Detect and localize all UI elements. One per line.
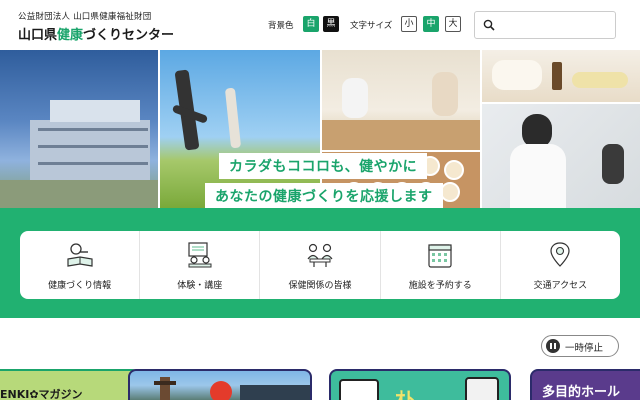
hero-image-building [0, 50, 158, 208]
lecture-icon [188, 242, 212, 268]
carousel-pause-button[interactable]: 一時停止 [541, 335, 619, 357]
site-header: 公益財団法人 山口県健康福祉財団 山口県健康づくりセンター 背景色 白 黒 文字… [0, 0, 640, 50]
font-large-button[interactable]: 大 [445, 16, 461, 32]
title-suffix: づくりセンター [83, 28, 175, 43]
title-prefix: 山口県 [18, 28, 58, 43]
hero-image-towels [482, 50, 640, 102]
nav-label: 交通アクセス [533, 281, 588, 291]
bg-black-button[interactable]: 黒 [323, 16, 339, 32]
nav-item-reserve-facility[interactable]: 施設を予約する [381, 231, 501, 299]
hero-image-reading [482, 104, 640, 208]
font-small-button[interactable]: 小 [401, 16, 417, 32]
banner-card-title: ENKI✿マガジン [0, 388, 83, 400]
hero-image-family [322, 50, 480, 150]
font-size-label: 文字サイズ [350, 21, 393, 31]
map-pin-icon [550, 242, 571, 267]
nav-item-health-professionals[interactable]: 保健関係の皆様 [260, 231, 381, 299]
banner-card-townscape[interactable] [128, 369, 312, 400]
people-meeting-icon [307, 243, 333, 267]
nav-label: 保健関係の皆様 [288, 281, 352, 291]
banner-card-event[interactable]: ｵﾄ [329, 369, 511, 400]
calendar-icon [428, 244, 452, 268]
book-magnifier-icon [66, 243, 93, 267]
main-nav: 健康づくり情報 体験・講座 保健関係の皆様 施設を予約する 交通アクセス [20, 231, 620, 299]
bg-white-button[interactable]: 白 [303, 16, 319, 32]
hero-slider: カラダもココロも、健やかに あなたの健康づくりを応援します [0, 50, 640, 208]
pause-icon [546, 339, 560, 353]
hero-tagline-2: あなたの健康づくりを応援します [205, 183, 443, 208]
search-icon[interactable] [483, 19, 495, 31]
title-accent: 健康 [57, 28, 84, 43]
nav-item-lectures[interactable]: 体験・講座 [140, 231, 261, 299]
banner-card-magazine[interactable]: ENKI✿マガジン [0, 369, 140, 400]
pause-label: 一時停止 [565, 343, 604, 354]
banner-card-title: 多目的ホール [542, 385, 621, 400]
search-box[interactable] [474, 11, 616, 39]
nav-label: 施設を予約する [408, 281, 472, 291]
nav-label: 体験・講座 [177, 281, 223, 291]
banner-card-title: ｵﾄ [395, 387, 415, 400]
bg-color-label: 背景色 [268, 21, 294, 31]
banner-card-hall[interactable]: 多目的ホール [530, 369, 640, 400]
search-input[interactable] [501, 16, 611, 34]
nav-item-access[interactable]: 交通アクセス [501, 231, 620, 299]
site-logo[interactable]: 公益財団法人 山口県健康福祉財団 山口県健康づくりセンター [18, 10, 174, 43]
org-name: 公益財団法人 山口県健康福祉財団 [18, 12, 152, 22]
nav-item-health-info[interactable]: 健康づくり情報 [20, 231, 141, 299]
nav-label: 健康づくり情報 [48, 281, 112, 291]
site-title: 山口県健康づくりセンター [18, 24, 174, 43]
hero-tagline-1: カラダもココロも、健やかに [219, 153, 428, 179]
font-medium-button[interactable]: 中 [423, 16, 439, 32]
